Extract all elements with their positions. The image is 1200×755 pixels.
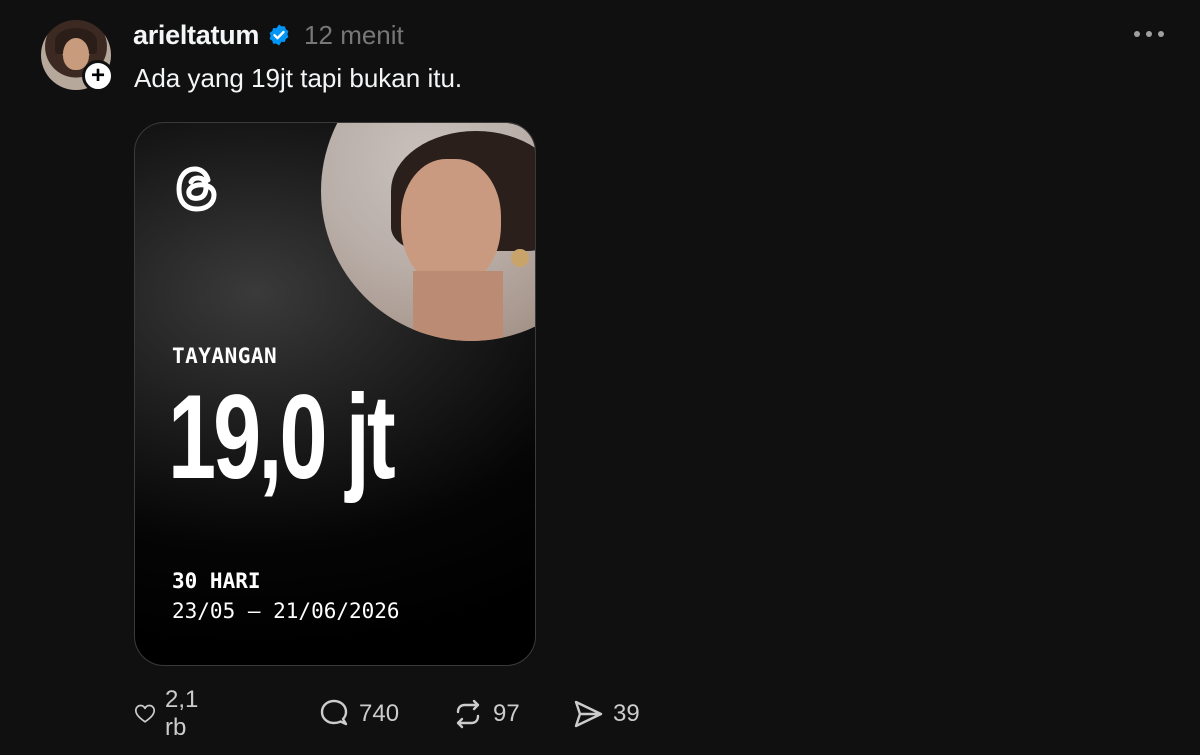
photo-earring bbox=[511, 249, 529, 267]
insights-card[interactable]: TAYANGAN 19,0 jt 30 HARI 23/05 – 21/06/2… bbox=[134, 122, 536, 666]
photo-face bbox=[401, 159, 501, 287]
views-label: TAYANGAN bbox=[172, 344, 278, 368]
date-range: 23/05 – 21/06/2026 bbox=[172, 599, 400, 623]
post-caption: Ada yang 19jt tapi bukan itu. bbox=[134, 63, 463, 93]
like-button[interactable]: 2,1 rb bbox=[133, 686, 208, 741]
share-count: 39 bbox=[613, 700, 640, 727]
threads-post: + arieltatum 12 menit Ada yang 19jt tapi… bbox=[0, 0, 1200, 755]
period-label: 30 HARI bbox=[172, 569, 261, 593]
heart-icon bbox=[134, 704, 156, 723]
repost-count: 97 bbox=[493, 700, 520, 727]
username[interactable]: arieltatum bbox=[133, 20, 259, 51]
comment-icon bbox=[320, 699, 348, 726]
send-icon bbox=[574, 700, 603, 728]
more-options-icon[interactable] bbox=[1134, 26, 1174, 42]
like-count: 2,1 rb bbox=[165, 686, 199, 741]
dot bbox=[1158, 31, 1164, 37]
threads-logo-icon bbox=[176, 166, 217, 212]
follow-button[interactable]: + bbox=[82, 60, 114, 92]
plus-icon: + bbox=[90, 62, 105, 89]
dot bbox=[1134, 31, 1140, 37]
views-value: 19,0 jt bbox=[168, 370, 396, 504]
repost-icon bbox=[456, 699, 480, 729]
profile-photo bbox=[321, 123, 535, 341]
dot bbox=[1146, 31, 1152, 37]
post-time: 12 menit bbox=[304, 19, 404, 50]
repost-button[interactable]: 97 bbox=[451, 696, 520, 732]
post-header: arieltatum 12 menit bbox=[133, 16, 404, 54]
share-button[interactable]: 39 bbox=[571, 696, 640, 732]
verified-badge-icon bbox=[269, 24, 289, 46]
comment-button[interactable]: 740 bbox=[317, 696, 399, 732]
photo-neck bbox=[413, 271, 503, 341]
comment-count: 740 bbox=[359, 700, 400, 727]
